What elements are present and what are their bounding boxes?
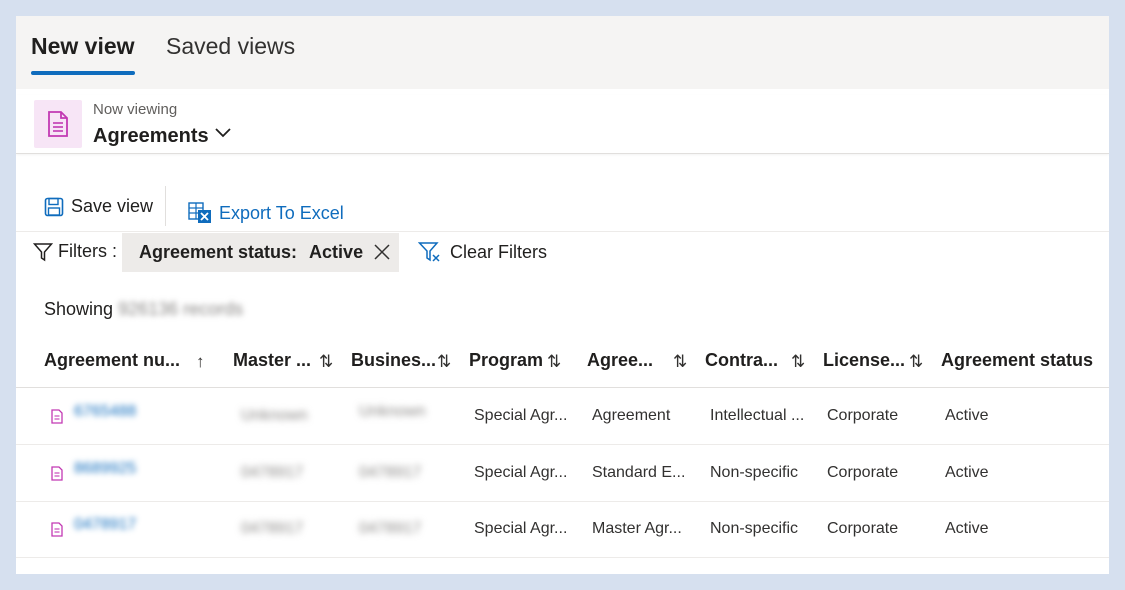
column-label: Agreement status bbox=[941, 350, 1094, 370]
column-header-agreement[interactable]: Agree... bbox=[587, 350, 653, 371]
agreement-number-link[interactable]: 6765488 bbox=[74, 403, 136, 421]
column-header-license[interactable]: License... bbox=[823, 350, 905, 371]
column-header-master[interactable]: Master ... bbox=[233, 350, 311, 371]
tab-new-view[interactable]: New view bbox=[31, 33, 135, 60]
command-bar: Save view Export To Excel bbox=[16, 184, 1109, 232]
status-cell: Active bbox=[945, 520, 989, 537]
document-icon bbox=[51, 409, 63, 424]
business-cell: Unknown bbox=[359, 403, 426, 420]
clear-filter-icon bbox=[418, 242, 440, 262]
sort-icon[interactable]: ⇅ bbox=[319, 352, 333, 372]
filters-text: Filters : bbox=[58, 241, 118, 261]
document-icon bbox=[51, 466, 63, 481]
license-cell: Corporate bbox=[827, 464, 899, 481]
excel-icon bbox=[188, 202, 211, 223]
filter-chip-agreement-status[interactable]: Agreement status: Active bbox=[122, 233, 399, 272]
column-label: Agreement nu... bbox=[44, 350, 181, 370]
sort-icon[interactable]: ⇅ bbox=[673, 352, 687, 372]
current-view-name[interactable]: Agreements bbox=[93, 125, 209, 148]
license-cell: Corporate bbox=[827, 520, 899, 537]
program-cell: Special Agr... bbox=[474, 464, 568, 481]
view-tabs: New view Saved views bbox=[16, 16, 1109, 89]
table-row[interactable]: 0478917 0478917 0478917 Special Agr... M… bbox=[16, 502, 1109, 558]
filter-icon bbox=[33, 242, 53, 261]
clear-filters-button[interactable]: Clear Filters bbox=[418, 241, 547, 263]
now-viewing-label: Now viewing bbox=[93, 101, 178, 118]
save-view-label: Save view bbox=[71, 196, 154, 216]
filters-label: Filters : bbox=[33, 241, 117, 262]
active-tab-indicator bbox=[31, 71, 135, 75]
filter-chip-key: Agreement status: bbox=[139, 242, 298, 262]
sort-icon[interactable]: ⇅ bbox=[437, 352, 451, 372]
column-label: Program bbox=[469, 350, 544, 370]
contract-cell: Intellectual ... bbox=[710, 407, 805, 424]
master-cell: 0478917 bbox=[241, 520, 304, 537]
document-icon bbox=[51, 522, 63, 537]
chevron-down-icon[interactable] bbox=[213, 123, 233, 143]
status-cell: Active bbox=[945, 407, 989, 424]
status-cell: Active bbox=[945, 464, 989, 481]
agreement-cell: Standard E... bbox=[592, 464, 686, 481]
save-view-button[interactable]: Save view bbox=[44, 196, 153, 217]
filter-chip-value: Active bbox=[309, 242, 364, 262]
column-header-contract[interactable]: Contra... bbox=[705, 350, 778, 371]
table-row[interactable]: 6765488 Unknown Unknown Special Agr... A… bbox=[16, 389, 1109, 445]
column-label: Agree... bbox=[587, 350, 654, 370]
export-to-excel-button[interactable]: Export To Excel bbox=[188, 202, 344, 224]
contract-cell: Non-specific bbox=[710, 520, 799, 537]
export-label: Export To Excel bbox=[219, 202, 344, 223]
record-count-value: 926136 records bbox=[118, 299, 244, 319]
column-label: License... bbox=[823, 350, 906, 370]
agreement-number-link[interactable]: 0478917 bbox=[74, 516, 136, 534]
column-label: Contra... bbox=[705, 350, 779, 370]
showing-label: Showing bbox=[44, 299, 114, 319]
sort-icon[interactable]: ⇅ bbox=[791, 352, 805, 372]
app-frame: New view Saved views Now viewing Agreeme… bbox=[16, 16, 1109, 574]
clear-filters-label: Clear Filters bbox=[450, 241, 548, 262]
business-cell: 0478917 bbox=[359, 464, 422, 481]
column-header-agreement-status[interactable]: Agreement status bbox=[941, 350, 1093, 371]
column-label: Busines... bbox=[351, 350, 437, 370]
column-header-agreement-number[interactable]: Agreement nu... bbox=[44, 350, 180, 371]
toolbar-divider bbox=[165, 186, 166, 226]
column-label: Master ... bbox=[233, 350, 312, 370]
sort-icon[interactable]: ⇅ bbox=[547, 352, 561, 372]
close-icon[interactable] bbox=[373, 243, 391, 261]
contract-cell: Non-specific bbox=[710, 464, 799, 481]
master-cell: 0478917 bbox=[241, 464, 304, 481]
grid-header: Agreement nu... ↑ Master ... ⇅ Busines..… bbox=[16, 343, 1109, 388]
tab-saved-views[interactable]: Saved views bbox=[166, 33, 295, 60]
sort-icon[interactable]: ⇅ bbox=[909, 352, 923, 372]
record-count: Showing 926136 records bbox=[44, 299, 243, 320]
sort-ascending-icon[interactable]: ↑ bbox=[196, 352, 205, 372]
table-row[interactable]: 8689925 0478917 0478917 Special Agr... S… bbox=[16, 446, 1109, 502]
agreement-cell: Master Agr... bbox=[592, 520, 682, 537]
license-cell: Corporate bbox=[827, 407, 899, 424]
business-cell: 0478917 bbox=[359, 520, 422, 537]
column-header-program[interactable]: Program bbox=[469, 350, 543, 371]
agreement-number-link[interactable]: 8689925 bbox=[74, 460, 136, 478]
filter-bar: Filters : Agreement status: Active Clear… bbox=[16, 233, 1109, 273]
document-badge bbox=[34, 100, 82, 148]
program-cell: Special Agr... bbox=[474, 520, 568, 537]
program-cell: Special Agr... bbox=[474, 407, 568, 424]
save-icon bbox=[44, 197, 64, 216]
document-icon bbox=[48, 111, 68, 137]
column-header-business[interactable]: Busines... bbox=[351, 350, 436, 371]
master-cell: Unknown bbox=[241, 407, 308, 424]
view-selector: Now viewing Agreements bbox=[16, 95, 1109, 154]
agreement-cell: Agreement bbox=[592, 407, 671, 424]
